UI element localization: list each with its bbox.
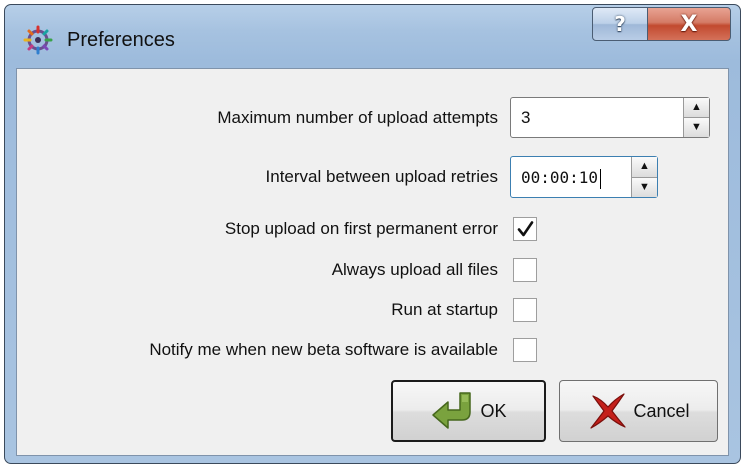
checkmark-icon: [517, 221, 534, 237]
retry-interval-label: Interval between upload retries: [265, 167, 498, 186]
retry-interval-spin-arrows: ▲ ▼: [631, 157, 657, 197]
spin-down-icon[interactable]: ▼: [632, 176, 657, 197]
preferences-form: Maximum number of upload attempts 3 ▲ ▼ …: [16, 68, 729, 456]
spin-up-icon[interactable]: ▲: [684, 98, 709, 117]
notify-beta-checkbox[interactable]: [513, 338, 537, 362]
max-attempts-spinbox[interactable]: 3 ▲ ▼: [510, 97, 710, 138]
retry-interval-value[interactable]: 00:00:10: [521, 168, 602, 189]
max-attempts-value[interactable]: 3: [521, 108, 530, 128]
notify-beta-label: Notify me when new beta software is avai…: [149, 340, 498, 359]
run-at-startup-checkbox[interactable]: [513, 298, 537, 322]
wheel-icon: [23, 25, 53, 55]
retry-interval-spinbox[interactable]: 00:00:10 ▲ ▼: [510, 156, 658, 198]
spin-up-icon[interactable]: ▲: [632, 157, 657, 177]
max-attempts-label: Maximum number of upload attempts: [217, 108, 498, 127]
stop-on-error-label: Stop upload on first permanent error: [224, 219, 498, 238]
ok-button[interactable]: OK: [391, 380, 546, 442]
text-caret: [600, 168, 602, 189]
help-button[interactable]: ?: [592, 7, 648, 41]
close-button[interactable]: X: [647, 7, 731, 41]
run-at-startup-label: Run at startup: [391, 300, 498, 319]
window-title: Preferences: [67, 29, 175, 51]
cancel-button-label: Cancel: [633, 400, 690, 421]
spin-down-icon[interactable]: ▼: [684, 117, 709, 137]
close-button-label: X: [680, 11, 698, 37]
red-x-icon: [590, 393, 627, 429]
title-bar[interactable]: Preferences ? X: [5, 5, 740, 69]
arrow-enter-icon: [432, 392, 472, 429]
stop-on-error-checkbox[interactable]: [513, 217, 537, 241]
help-button-label: ?: [614, 12, 626, 36]
ok-button-label: OK: [480, 400, 507, 421]
cancel-button[interactable]: Cancel: [559, 380, 718, 442]
upload-all-checkbox[interactable]: [513, 258, 537, 282]
upload-all-label: Always upload all files: [331, 260, 498, 279]
preferences-window: Preferences ? X Maximum number of upload…: [4, 4, 741, 464]
max-attempts-spin-arrows: ▲ ▼: [683, 98, 709, 137]
